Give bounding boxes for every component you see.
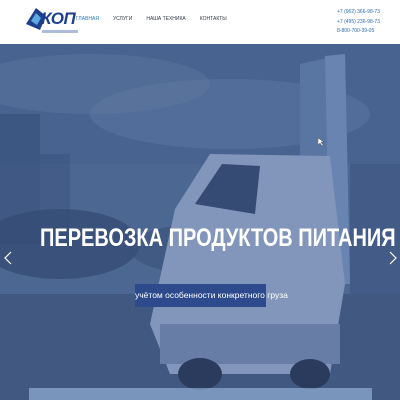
nav-item-contacts[interactable]: контакты	[200, 16, 227, 22]
phone-number[interactable]: 8-800-700-39-05	[337, 27, 397, 37]
feature-strip	[29, 388, 372, 400]
nav-item-home[interactable]: главная	[76, 16, 99, 22]
hero-slider: ПЕРЕВОЗКА ПРОДУКТОВ ПИТАНИЯ учётом особе…	[0, 44, 400, 400]
nav-item-fleet[interactable]: наша техника	[146, 16, 185, 22]
main-nav: главная услуги наша техника контакты	[76, 16, 241, 22]
phone-list: +7 (962) 366-98-73 +7 (495) 236-98-73 8-…	[337, 8, 397, 37]
nav-item-services[interactable]: услуги	[113, 16, 132, 22]
hero-subtitle: учётом особенности конкретного груза	[135, 284, 288, 307]
phone-number[interactable]: +7 (495) 236-98-73	[337, 18, 397, 28]
site-header: КОП главная услуги наша техника контакты…	[0, 0, 400, 44]
site-logo[interactable]: КОП	[26, 6, 78, 36]
hero-overlay	[0, 44, 400, 400]
logo-text: КОП	[41, 9, 76, 28]
hero-title: ПЕРЕВОЗКА ПРОДУКТОВ ПИТАНИЯ	[40, 224, 396, 252]
logo-tagline	[42, 30, 78, 33]
chevron-left-icon[interactable]	[3, 251, 13, 265]
phone-number[interactable]: +7 (962) 366-98-73	[337, 8, 397, 18]
mouse-cursor-icon	[318, 138, 324, 146]
chevron-right-icon[interactable]	[388, 251, 398, 265]
